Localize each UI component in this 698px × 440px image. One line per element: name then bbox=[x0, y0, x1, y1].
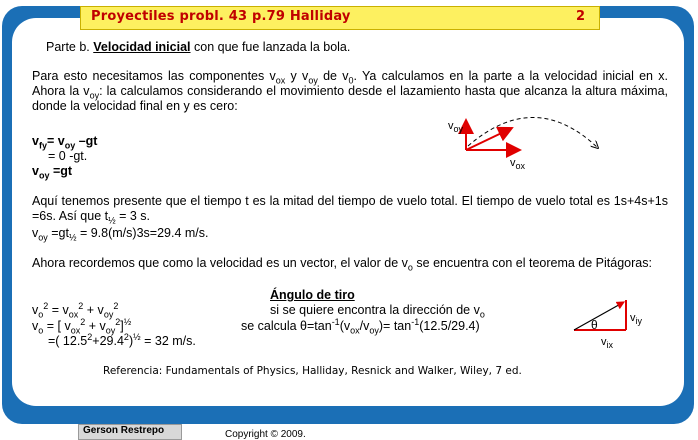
equation-voy: voy =gt bbox=[32, 164, 73, 181]
angle-heading: Ángulo de tiro bbox=[270, 288, 355, 302]
author-name: Gerson Restrepo bbox=[83, 425, 165, 436]
diagram2-vx-label: vix bbox=[601, 336, 613, 351]
copyright-text: Copyright © 2009. bbox=[225, 429, 306, 440]
formula-vo-root: vo = [ vox2 + voy2]½ bbox=[32, 316, 132, 336]
diagram2-vy-label: viy bbox=[630, 312, 642, 327]
reference-text: Referencia: Fundamentals of Physics, Hal… bbox=[103, 365, 522, 377]
equation-vfy: vfy= voy –gt bbox=[32, 134, 98, 151]
theta-label: θ bbox=[591, 318, 598, 332]
diagram1-vx-label: vox bbox=[510, 157, 526, 172]
angle-line1: si se quiere encontra la dirección de vo bbox=[270, 303, 485, 320]
slide-title: Proyectiles probl. 43 p.79 Halliday bbox=[91, 9, 351, 24]
equation-zero: = 0 -gt. bbox=[48, 149, 88, 163]
part-title: Velocidad inicial bbox=[93, 40, 191, 54]
pythagoras-paragraph: Ahora recordemos que como la velocidad e… bbox=[32, 256, 652, 273]
title-bar: Proyectiles probl. 43 p.79 Halliday 2 bbox=[80, 6, 600, 30]
trajectory-path bbox=[467, 117, 598, 148]
voy-result: voy =gt½ = 9.8(m/s)3s=29.4 m/s. bbox=[32, 226, 209, 243]
triangle-hypotenuse bbox=[573, 301, 626, 331]
formula-vo-squared: vo2 = vox2 + voy2 bbox=[32, 300, 119, 320]
page-number: 2 bbox=[575, 9, 585, 24]
part-prefix: Parte b. bbox=[46, 40, 94, 54]
trajectory-diagram bbox=[458, 117, 615, 158]
v0-arrow bbox=[465, 126, 514, 151]
intro-paragraph: Para esto necesitamos las componentes vo… bbox=[32, 69, 669, 113]
diagram1-vy-label: voy bbox=[448, 120, 464, 135]
time-paragraph: Aquí tenemos presente que el tiempo t es… bbox=[32, 194, 668, 226]
formula-vo-result: =( 12.52+29.42)½ = 32 m/s. bbox=[48, 331, 196, 348]
author-box: Gerson Restrepo bbox=[78, 424, 182, 440]
part-suffix: con que fue lanzada la bola. bbox=[190, 40, 351, 54]
angle-triangle-diagram bbox=[573, 300, 627, 331]
angle-formula: se calcula θ=tan-1(vox/voy)= tan-1(12.5/… bbox=[241, 316, 480, 336]
part-heading: Parte b. Velocidad inicial con que fue l… bbox=[46, 40, 350, 55]
